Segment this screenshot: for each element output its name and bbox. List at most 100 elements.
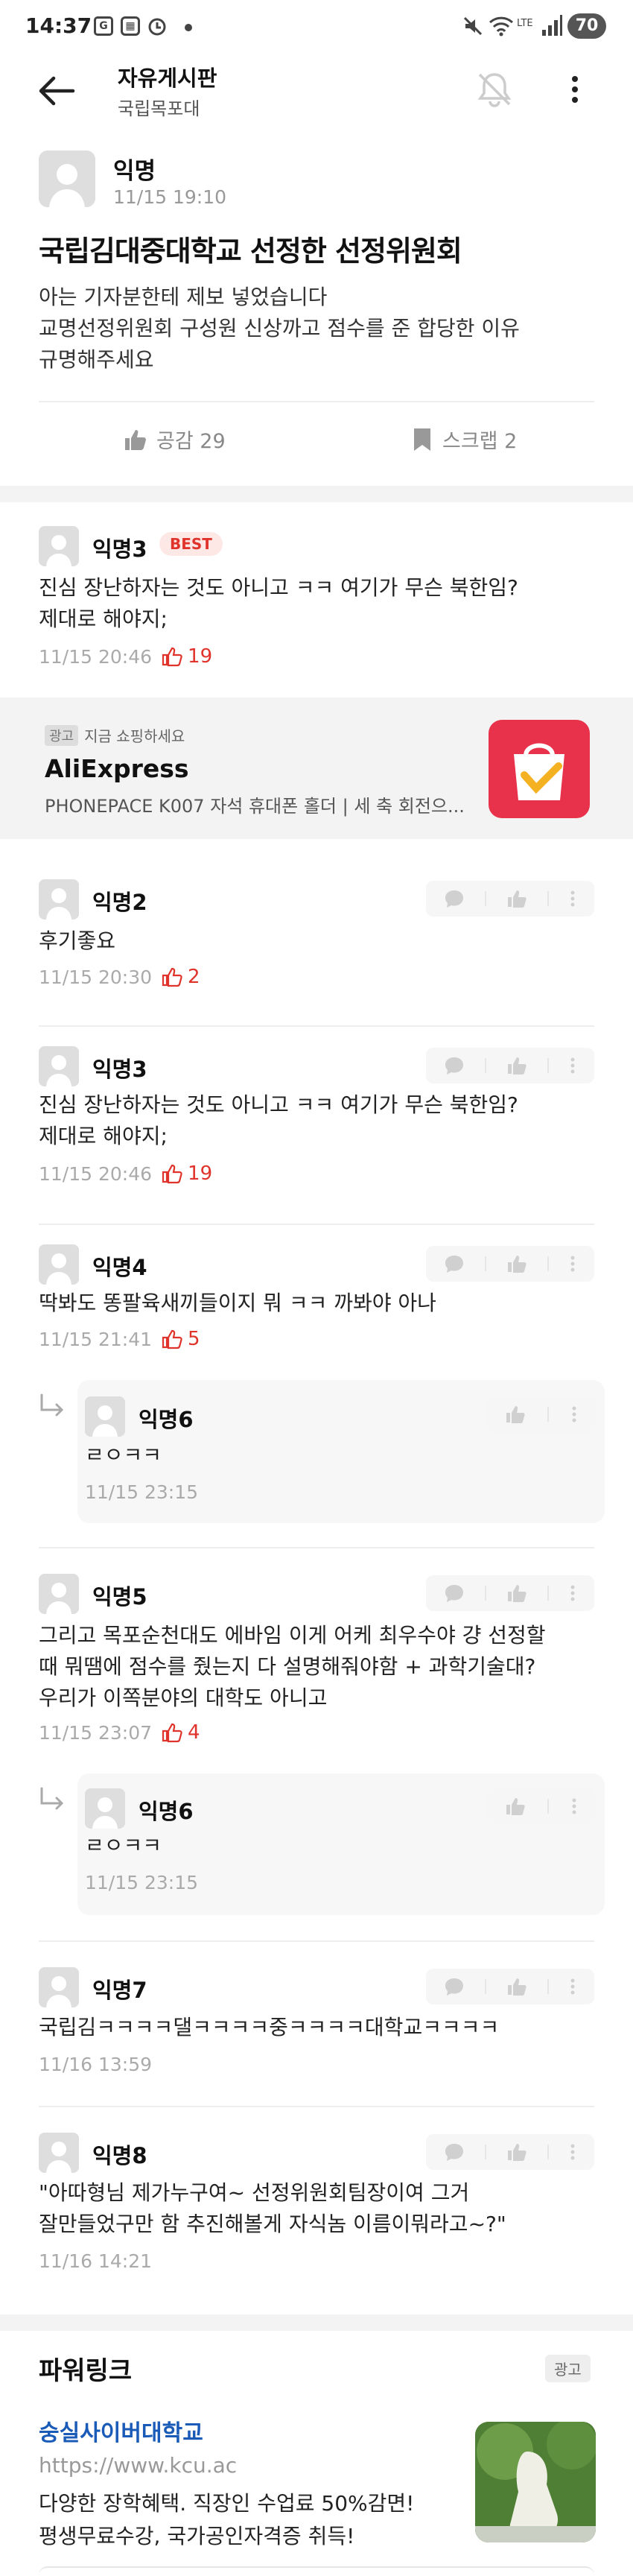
comment-text: 후기좋요 xyxy=(39,928,116,953)
reply-card: 익명6 ㄹㅇㅋㅋ 11/15 23:15 xyxy=(77,1380,605,1523)
comment-like-count: 19 xyxy=(161,1162,212,1185)
more-vert-icon[interactable] xyxy=(570,1405,578,1424)
comment-like-count: 4 xyxy=(161,1721,200,1744)
action-separator xyxy=(484,2145,486,2159)
comment-divider xyxy=(39,1224,594,1225)
dot-icon xyxy=(185,24,192,31)
reply-bubble-icon[interactable] xyxy=(444,2142,465,2162)
comment-line: 때 뭐땜에 점수를 줬는지 다 설명해줘야함 + 과학기술대? xyxy=(39,1654,536,1679)
more-vert-icon[interactable] xyxy=(569,1056,576,1075)
thumbs-up-icon[interactable] xyxy=(506,1254,527,1273)
reply-date: 11/15 23:15 xyxy=(85,1481,199,1503)
post-body: 아는 기자분한테 제보 넣었습니다 교명선정위원회 구성원 신상까고 점수를 준… xyxy=(39,282,520,376)
action-separator xyxy=(547,1979,550,1994)
thumbs-up-outline-icon xyxy=(162,1723,182,1743)
comment-date: 11/15 21:41 xyxy=(39,1328,153,1350)
ad-label: 광고 xyxy=(45,724,79,746)
post-author-avatar xyxy=(39,151,95,207)
comment-line: 제대로 해야지; xyxy=(39,1124,168,1148)
thumbs-up-outline-icon xyxy=(162,967,182,987)
comment-avatar xyxy=(39,1967,79,2007)
reply-bubble-icon[interactable] xyxy=(444,1254,465,1273)
alarm-icon xyxy=(146,15,168,37)
comment-meta: 11/16 14:21 xyxy=(39,2250,152,2272)
comment-line: 우리가 이쪽분야의 대학도 아니고 xyxy=(39,1686,328,1710)
comment-like-number: 19 xyxy=(188,645,213,668)
comment-line: "아따형님 제가누구여~ 선정위원회팀장이여 그거 xyxy=(39,2180,470,2205)
powerlink-ad-url[interactable]: https://www.kcu.ac xyxy=(39,2453,237,2478)
comment-text: 진심 장난하자는 것도 아니고 ㅋㅋ 여기가 무슨 북한임? 제대로 해야지; xyxy=(39,1089,518,1152)
reply-bubble-icon[interactable] xyxy=(444,1977,465,1996)
powerlink-ad-name[interactable]: 숭실사이버대학교 xyxy=(39,2414,203,2447)
back-arrow-icon[interactable] xyxy=(34,69,79,113)
comment-author: 익명4 xyxy=(92,1255,147,1280)
thumbs-up-icon[interactable] xyxy=(506,889,527,908)
like-post-label: 공감 29 xyxy=(156,430,226,453)
powerlink-ad-image[interactable] xyxy=(475,2422,596,2542)
comment-action-bar xyxy=(426,1575,594,1611)
board-title: 자유게시판 xyxy=(118,66,217,91)
action-separator xyxy=(547,1058,550,1073)
notification-off-bell-icon[interactable] xyxy=(474,69,515,110)
comment-line: 제대로 해야지; xyxy=(39,607,168,631)
comment-avatar xyxy=(39,1244,79,1285)
more-vert-icon[interactable] xyxy=(569,1583,576,1603)
like-post-button[interactable]: 공감 29 xyxy=(122,425,226,454)
comment-action-bar xyxy=(426,1048,594,1083)
thumbs-up-icon[interactable] xyxy=(505,1405,526,1424)
section-gap xyxy=(0,2314,633,2331)
action-separator xyxy=(484,1256,486,1271)
comment-text: "아따형님 제가누구여~ 선정위원회팀장이여 그거 잘만들었구만 함 추진해볼게… xyxy=(39,2177,506,2240)
comment-meta: 11/15 23:07 4 xyxy=(39,1721,200,1744)
more-vert-icon[interactable] xyxy=(570,1797,578,1816)
reply-bubble-icon[interactable] xyxy=(444,889,465,908)
aliexpress-logo-icon xyxy=(489,720,590,818)
thumbs-up-icon xyxy=(125,429,146,450)
thumbs-up-icon[interactable] xyxy=(506,1977,527,1996)
comment-author: 익명3 xyxy=(92,1057,147,1082)
more-vert-icon[interactable] xyxy=(569,889,576,908)
post-divider xyxy=(39,401,594,402)
thumbs-up-icon[interactable] xyxy=(506,2142,527,2162)
ad-description: PHONEPACE K007 자석 휴대폰 홀더 | 세 축 회전으... xyxy=(45,796,465,817)
thumbs-up-icon[interactable] xyxy=(505,1797,526,1816)
wifi-icon xyxy=(489,15,514,37)
comment-meta: 11/16 13:59 xyxy=(39,2054,152,2075)
more-vert-icon[interactable] xyxy=(569,1254,576,1273)
app-notification-icon: ▦ xyxy=(121,16,140,36)
powerlink-desc-line: 다양한 장학혜택. 직장인 수업료 50%감면! xyxy=(39,2491,415,2516)
action-separator xyxy=(547,1407,549,1422)
action-separator xyxy=(547,891,550,906)
reply-bubble-icon[interactable] xyxy=(444,1583,465,1603)
reply-author: 익명6 xyxy=(139,1799,194,1824)
more-options-icon[interactable] xyxy=(560,72,590,107)
comment-action-bar xyxy=(426,2134,594,2170)
comment-meta: 11/15 21:41 5 xyxy=(39,1328,200,1350)
comment-date: 11/16 14:21 xyxy=(39,2250,153,2272)
comment-author: 익명7 xyxy=(92,1978,147,2003)
comment-line: 그리고 목포순천대도 에바임 이게 어케 최우수야 걍 선정할 xyxy=(39,1623,546,1648)
reply-bubble-icon[interactable] xyxy=(444,1056,465,1075)
action-separator xyxy=(484,891,486,906)
comment-author: 익명8 xyxy=(92,2143,147,2168)
comment-like-count: 2 xyxy=(161,966,200,988)
comment-date: 11/15 23:07 xyxy=(39,1721,153,1744)
battery-indicator: 70 xyxy=(567,13,606,39)
comment-date: 11/16 13:59 xyxy=(39,2054,153,2075)
powerlink-ad-description: 다양한 장학혜택. 직장인 수업료 50%감면! 평생무료수강, 국가공인자격증… xyxy=(39,2487,414,2553)
thumbs-up-icon[interactable] xyxy=(506,1056,527,1075)
gallery-notification-icon: G xyxy=(94,16,113,36)
post-body-line: 아는 기자분한테 제보 넣었습니다 xyxy=(39,285,328,309)
thumbs-up-outline-icon xyxy=(162,1329,182,1349)
comment-action-bar xyxy=(426,1969,594,2004)
reply-indent-arrow-icon xyxy=(37,1785,67,1815)
best-comment-text: 진심 장난하자는 것도 아니고 ㅋㅋ 여기가 무슨 북한임? 제대로 해야지; xyxy=(39,572,518,635)
reply-card: 익명6 ㄹㅇㅋㅋ 11/15 23:15 xyxy=(77,1773,605,1915)
best-comment-author: 익명3 xyxy=(92,537,147,562)
more-vert-icon[interactable] xyxy=(569,2142,576,2162)
ad-banner[interactable]: 광고 지금 쇼핑하세요 AliExpress PHONEPACE K007 자석… xyxy=(0,697,633,839)
thumbs-up-icon[interactable] xyxy=(506,1583,527,1603)
scrap-post-button[interactable]: 스크랩 2 xyxy=(411,425,517,454)
more-vert-icon[interactable] xyxy=(569,1977,576,1996)
bottom-chip-row xyxy=(39,2566,594,2576)
